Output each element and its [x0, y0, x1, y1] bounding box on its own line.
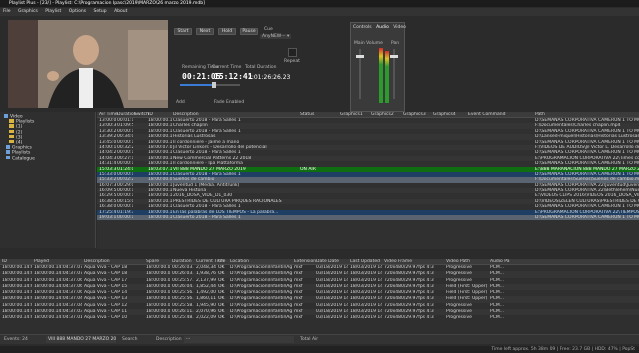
history-grid: ID Played Description Spare Duration Current … [0, 259, 639, 334]
table-row[interactable]: 19:03:14.2200:00:13.07 18:00:00.14:00:00C… [97, 215, 639, 221]
audio-meter-panel: Controls Audio Video Main Volume Pan [350, 22, 406, 112]
vu-meter-left [379, 48, 383, 103]
next-button[interactable]: Next [196, 28, 214, 35]
menu-about[interactable]: About [114, 9, 127, 14]
status-right: Time left approx. 5h 38m 09 | Free: 23.7… [491, 347, 635, 352]
tab-video[interactable]: Video [393, 25, 406, 30]
menu-graphics[interactable]: Graphics [18, 9, 38, 14]
folder-icon [9, 124, 14, 128]
tab-controls[interactable]: Controls [353, 25, 372, 30]
current-event-field[interactable]: VIII 888 MANDO 27 MARZO 2019 [46, 336, 116, 343]
audio-add-label: Add [176, 100, 185, 105]
cell-apath: PCM... [490, 315, 505, 321]
cell-spare: 18:00:00.00 [146, 315, 170, 321]
pause-button[interactable]: Pause [240, 28, 258, 35]
total-air-label: Total Air [300, 337, 319, 342]
cell-ext: mxf [294, 315, 303, 321]
tree-item-label: Catalogue [12, 155, 35, 161]
start-button[interactable]: Start [174, 28, 192, 35]
cell-upd: 18/03/2019 14:04:24 [350, 315, 382, 321]
cell-played: 18:00:00.14:04:37.014 [34, 315, 82, 321]
node-icon [6, 150, 10, 154]
table-row[interactable]: 18:00:00.14:04:37.01418:00:00.14:04:37.0… [0, 315, 639, 322]
node-icon [6, 145, 10, 149]
cell-air: 19:03:14.22 [99, 215, 116, 221]
cue-label: Cue [264, 27, 273, 32]
library-tree: Video Playlists (1) (2) (3) (4) Graphics Playli… [0, 112, 96, 248]
description-label: Description [156, 337, 182, 342]
cell-date: 03/18/2019 14:04:24 [316, 315, 348, 321]
repeat-label: Repeat [284, 59, 300, 64]
menu-options[interactable]: Options [69, 9, 86, 14]
cell-desc: Clasuerto 2018 - Para Salles 1 [173, 215, 241, 221]
main-volume-label: Main Volume [354, 41, 383, 46]
search-label: Search [122, 337, 138, 342]
cell-vframe: 720x480/29.97fps 4:3 [384, 315, 434, 321]
cell-dur: 00:25:48.10 [172, 315, 194, 321]
volume-slider-handle[interactable] [212, 82, 216, 88]
vu-meter-right [385, 51, 389, 103]
folder-icon [9, 119, 14, 123]
cell-id: 18:00:00.14:00:00 [148, 215, 172, 221]
fade-enabled-label: Fade Enabled [214, 100, 245, 105]
volume-fill [180, 84, 214, 86]
status-bar: Time left approx. 5h 38m 09 | Free: 23.7… [0, 346, 639, 353]
cell-id: 18:00:00.14:04:37.014 [2, 315, 32, 321]
cell-desc: Aqua Viva - CAP 10 [84, 315, 128, 321]
playlist-grid: Air Time Duration Switch ID Description Statu… [97, 112, 639, 249]
hold-button[interactable]: Hold [218, 28, 236, 35]
pan-fader-handle[interactable] [390, 55, 398, 58]
current-time: 15:12:41 [214, 72, 253, 81]
menu-file[interactable]: File [3, 9, 11, 14]
event-count: Events: 24 [4, 337, 28, 342]
repeat-checkbox[interactable] [288, 48, 297, 57]
cell-dur: 00:00:13.07 [117, 215, 133, 221]
total-duration: 2:01:26:26.23 [248, 74, 291, 81]
menu-bar: File Graphics Playlist Options Setup Abo… [0, 8, 639, 16]
cue-select[interactable]: AnyNEW··· ▾ [260, 34, 292, 39]
video-preview [8, 20, 168, 108]
folder-icon [9, 134, 14, 139]
menu-setup[interactable]: Setup [94, 9, 107, 14]
folder-icon [9, 129, 14, 134]
title-bar: Playlist Plus - [23/] - Playlist: C:\Pro… [0, 0, 639, 7]
tree-item-label: Playlists [12, 150, 31, 156]
tree-item-label: (1) [16, 124, 23, 130]
bottom-toolbar: Events: 24 VIII 888 MANDO 27 MARZO 2019 … [0, 334, 639, 344]
drive-icon [4, 114, 8, 118]
current-time-label: Current Time [212, 65, 242, 70]
video-frame-image [8, 20, 168, 108]
pan-label: Pan [391, 41, 400, 46]
menu-playlist[interactable]: Playlist [45, 9, 61, 14]
node-icon [6, 155, 10, 159]
cell-path: D:\SEMANAS CORPORATIVA CAMERUN 1 TO MOSS… [535, 215, 639, 221]
master-fader-handle[interactable] [356, 55, 364, 58]
folder-icon [9, 139, 14, 144]
cell-cur: 2,022,098.96 [196, 315, 216, 321]
search-input[interactable]: ··· [184, 336, 294, 343]
tab-audio[interactable]: Audio [376, 25, 389, 30]
tree-item[interactable]: Catalogue [2, 155, 93, 161]
cell-loc: D:\Programacion\Infantil\Agua Viva\Agua … [230, 315, 292, 321]
transport-panel: Start Next Hold Pause Cue AnyNEW··· ▾ Re… [168, 20, 348, 112]
total-duration-label: Total Duration [245, 65, 277, 70]
cell-vpath: Progressive [446, 315, 472, 321]
cell-ch: OK [218, 315, 225, 321]
window-title: Playlist Plus - [23/] - Playlist: C:\Pro… [9, 1, 205, 6]
